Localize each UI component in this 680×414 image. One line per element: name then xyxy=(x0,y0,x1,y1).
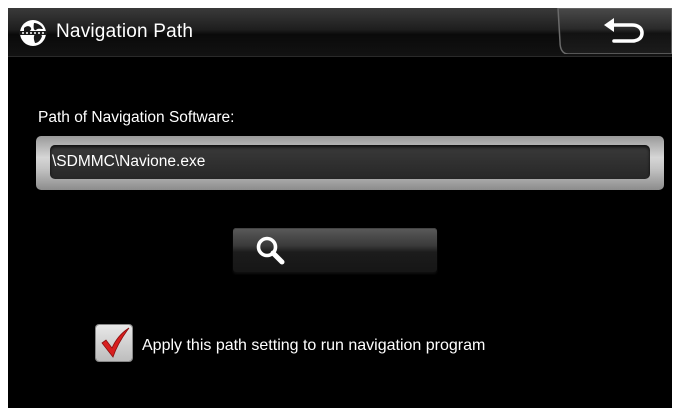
navigation-path-screen: Navigation Path Path of Navigation Softw… xyxy=(8,8,672,408)
path-label: Path of Navigation Software: xyxy=(38,109,235,126)
path-input[interactable] xyxy=(50,145,650,179)
apply-path-label: Apply this path setting to run navigatio… xyxy=(142,337,486,354)
back-button[interactable] xyxy=(556,8,672,54)
title-bar: Navigation Path xyxy=(8,8,672,57)
path-field-frame xyxy=(36,136,664,190)
back-arrow-icon xyxy=(604,18,644,43)
search-icon xyxy=(256,236,285,265)
checkmark-icon xyxy=(101,327,130,358)
globe-icon xyxy=(18,18,48,48)
search-button[interactable] xyxy=(233,228,437,272)
apply-path-checkbox[interactable] xyxy=(96,325,132,361)
page-title: Navigation Path xyxy=(56,21,194,42)
